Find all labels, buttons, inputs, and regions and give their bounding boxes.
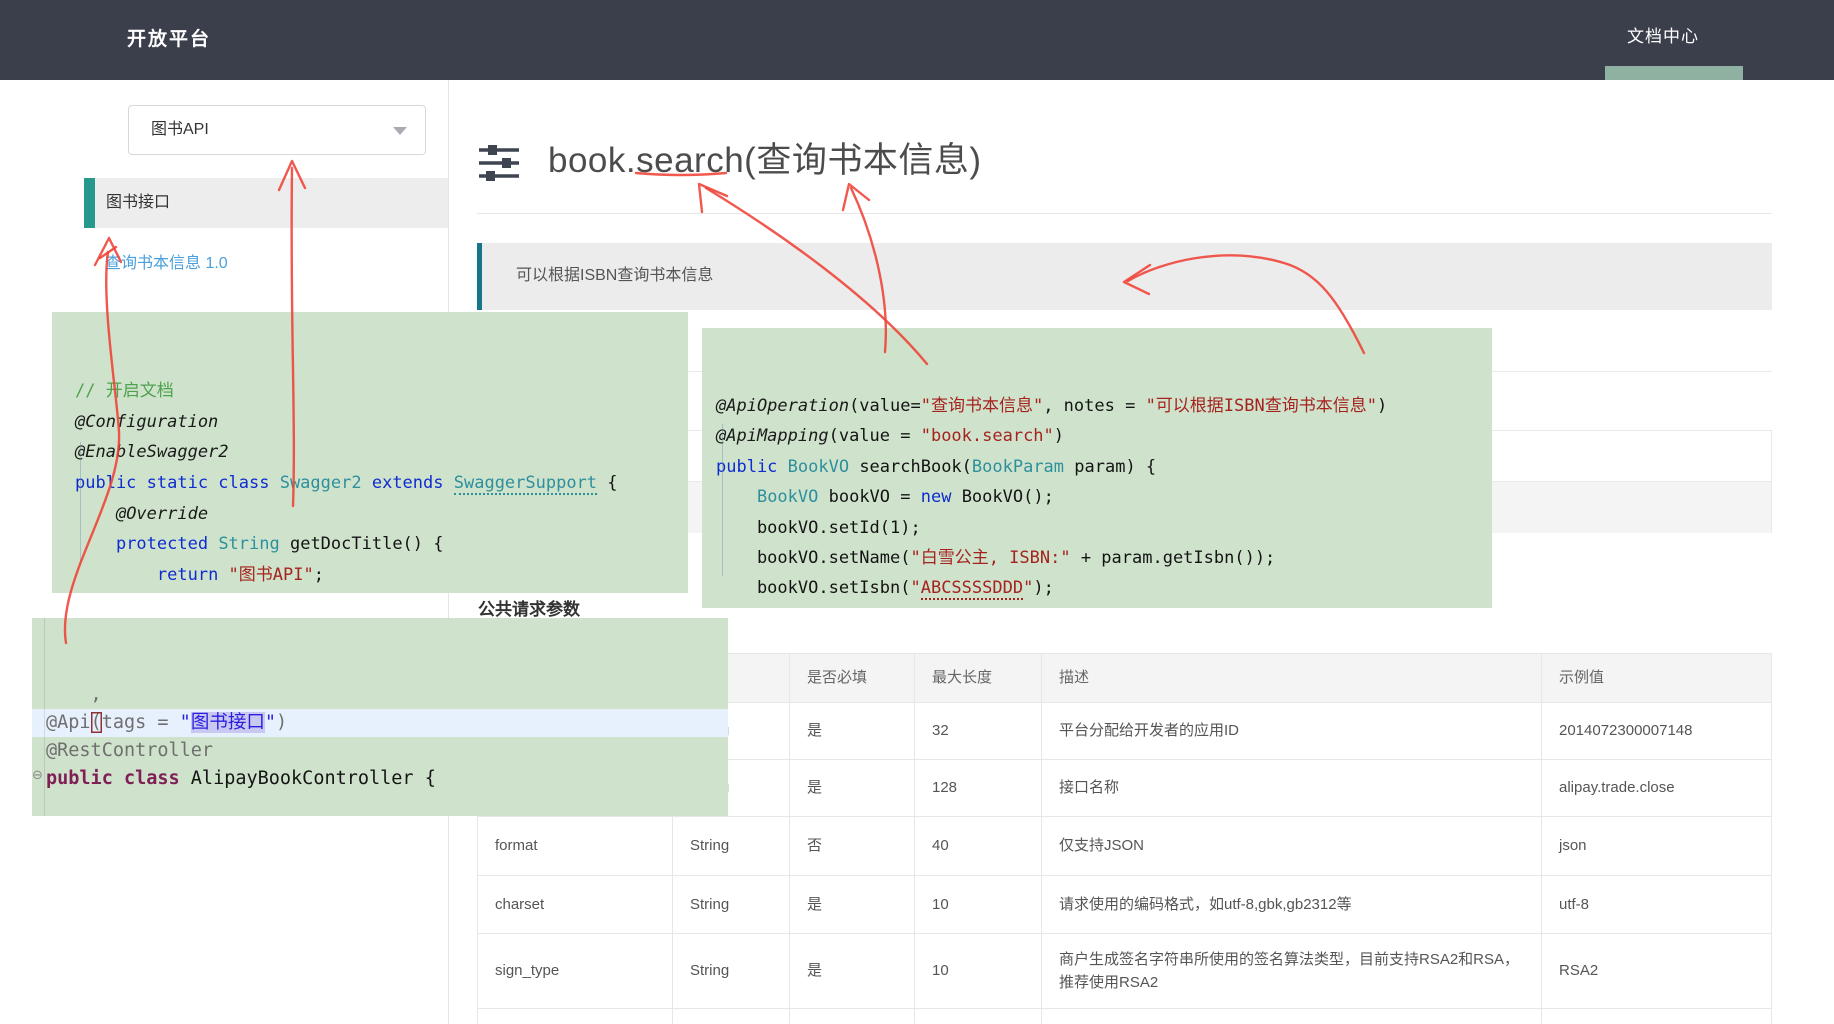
title-divider — [477, 213, 1772, 214]
section-heading-common-params: 公共请求参数 — [478, 595, 580, 620]
table-header-cell: 描述 — [1042, 654, 1542, 702]
table-cell: 仅支持JSON — [1042, 817, 1542, 875]
notice-banner: 可以根据ISBN查询书本信息 — [477, 243, 1772, 310]
annotation-arrowhead — [843, 184, 869, 210]
table-cell: 请求使用的编码格式，如utf-8,gbk,gb2312等 — [1042, 876, 1542, 933]
code-line: protected String getDocTitle() { — [75, 529, 688, 560]
indent-guide — [80, 442, 81, 564]
table-cell: utf-8 — [1542, 876, 1771, 933]
table-cell — [1042, 1009, 1542, 1024]
table-cell: String — [673, 934, 790, 1008]
table-cell: alipay.trade.close — [1542, 760, 1771, 816]
api-category-dropdown[interactable]: 图书API — [128, 105, 426, 155]
code-line: public class AlipayBookController { — [46, 765, 728, 793]
table-cell: 32 — [915, 703, 1042, 759]
code-line: @ApiOperation(value="查询书本信息", notes = "可… — [716, 391, 1492, 421]
table-cell — [915, 1009, 1042, 1024]
code-line: @EnableSwagger2 — [75, 437, 688, 468]
table-cell: 平台分配给开发者的应用ID — [1042, 703, 1542, 759]
code-line: // 开启文档 — [75, 376, 688, 407]
code-line: , — [46, 681, 728, 709]
table-row: formatString否40仅支持JSONjson — [478, 816, 1771, 875]
code-line: public BookVO searchBook(BookParam param… — [716, 452, 1492, 482]
nav-doc-center[interactable]: 文档中心 — [1627, 0, 1699, 74]
code-line: } — [75, 591, 688, 593]
table-row: sign_typeString是10商户生成签名字符串所使用的签名算法类型，目前… — [478, 933, 1771, 1008]
active-item-accent-bar — [84, 178, 95, 228]
table-cell: String — [673, 876, 790, 933]
table-cell: String — [673, 817, 790, 875]
table-cell: 10 — [915, 934, 1042, 1008]
chevron-down-icon — [393, 127, 407, 135]
table-cell: 商户生成签名字符串所使用的签名算法类型，目前支持RSA2和RSA，推荐使用RSA… — [1042, 934, 1542, 1008]
table-cell — [790, 1009, 915, 1024]
dropdown-selected-value: 图书API — [151, 106, 209, 154]
nav-active-tab-indicator — [1605, 66, 1743, 80]
table-header-cell: 示例值 — [1542, 654, 1771, 702]
code-line — [46, 793, 728, 816]
top-navbar: 开放平台 文档中心 — [0, 0, 1834, 80]
code-line: bookVO.setIsbn("ABCSSSSDDD"); — [716, 573, 1492, 603]
page-title: book.search(查询书本信息) — [548, 132, 981, 183]
table-cell — [1542, 1009, 1771, 1024]
sliders-icon — [478, 143, 520, 188]
code-overlay-search-method: @ApiOperation(value="查询书本信息", notes = "可… — [702, 328, 1492, 608]
code-line: @Api(tags = "图书接口") — [32, 709, 728, 737]
code-line: return bookVO; — [716, 604, 1492, 608]
annotation-arrowhead — [699, 184, 727, 212]
sidebar-item-label: 图书接口 — [106, 178, 170, 228]
code-line: bookVO.setId(1); — [716, 513, 1492, 543]
table-cell: 10 — [915, 876, 1042, 933]
code-line: @Override — [75, 499, 688, 530]
table-cell: 是 — [790, 934, 915, 1008]
sidebar-item-book-api-group[interactable]: 图书接口 — [84, 178, 448, 228]
code-line: @RestController — [46, 737, 728, 765]
code-line: @Configuration — [75, 407, 688, 438]
table-cell — [673, 1009, 790, 1024]
code-overlay-book-controller: ⊖ ,@Api(tags = "图书接口")@RestControllerpub… — [32, 618, 728, 816]
page: 开放平台 文档中心 图书API 图书接口 查询书本信息 1.0 book.sea… — [0, 0, 1834, 1024]
table-cell: charset — [478, 876, 673, 933]
table-cell: 40 — [915, 817, 1042, 875]
table-row — [478, 1008, 1771, 1024]
table-cell: RSA2 — [1542, 934, 1771, 1008]
table-header-cell: 最大长度 — [915, 654, 1042, 702]
table-cell: format — [478, 817, 673, 875]
table-header-cell: 是否必填 — [790, 654, 915, 702]
code-line: @ApiMapping(value = "book.search") — [716, 421, 1492, 451]
table-row: charsetString是10请求使用的编码格式，如utf-8,gbk,gb2… — [478, 875, 1771, 933]
fold-collapse-icon: ⊖ — [32, 768, 43, 783]
table-cell: 是 — [790, 876, 915, 933]
table-cell: 接口名称 — [1042, 760, 1542, 816]
code-line: return "图书API"; — [75, 560, 688, 591]
code-line: bookVO.setName("白雪公主, ISBN:" + param.get… — [716, 543, 1492, 573]
notice-text: 可以根据ISBN查询书本信息 — [516, 243, 713, 309]
indent-guide — [722, 424, 723, 576]
code-line: BookVO bookVO = new BookVO(); — [716, 482, 1492, 512]
table-cell — [478, 1009, 673, 1024]
table-cell: 2014072300007148 — [1542, 703, 1771, 759]
sidebar-link-search-book[interactable]: 查询书本信息 1.0 — [105, 249, 228, 273]
code-line: public static class Swagger2 extends Swa… — [75, 468, 688, 499]
table-cell: 是 — [790, 760, 915, 816]
table-cell: 128 — [915, 760, 1042, 816]
table-cell: sign_type — [478, 934, 673, 1008]
table-cell: 否 — [790, 817, 915, 875]
code-overlay-swagger-config: // 开启文档@Configuration@EnableSwagger2publ… — [52, 312, 688, 593]
table-cell: json — [1542, 817, 1771, 875]
table-cell: 是 — [790, 703, 915, 759]
brand-title: 开放平台 — [127, 0, 211, 80]
